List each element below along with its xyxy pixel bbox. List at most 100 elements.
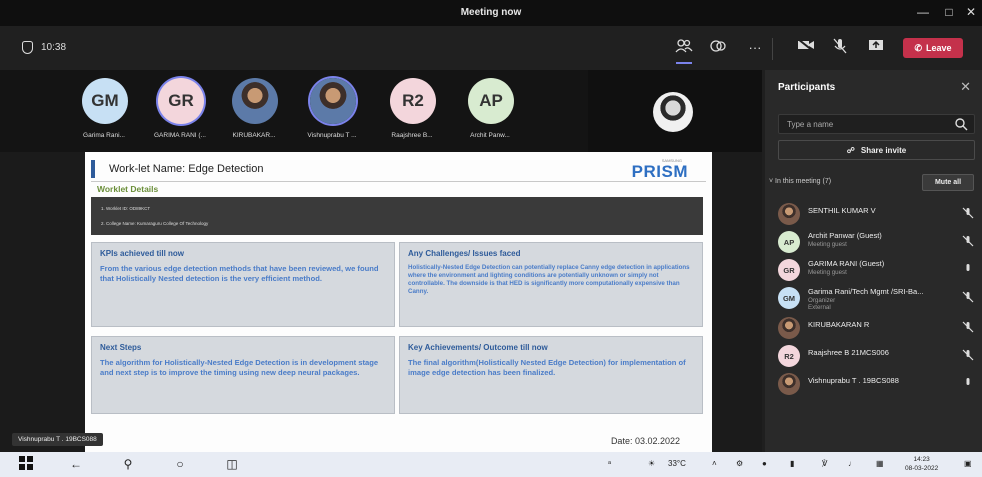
search-icon[interactable] xyxy=(954,117,968,131)
shared-content-stage: Work-let Name: Edge Detection SAMSUNG PR… xyxy=(0,152,762,452)
participant-avatar: AP xyxy=(468,78,514,124)
next-steps-heading: Next Steps xyxy=(100,343,142,352)
chevron-up-icon[interactable]: ˄ xyxy=(712,459,717,468)
cortana-icon[interactable]: ○ xyxy=(172,456,188,473)
app-tray-icon[interactable]: ▦ xyxy=(876,459,884,468)
avatar xyxy=(778,203,800,225)
minimize-icon[interactable]: — xyxy=(914,4,932,20)
mic-on-icon[interactable] xyxy=(962,263,974,275)
achievements-heading: Key Achievements/ Outcome till now xyxy=(408,343,548,352)
avatar xyxy=(778,317,800,339)
share-screen-icon[interactable] xyxy=(866,38,886,58)
tile-name-label: Archit Panw... xyxy=(470,132,510,139)
meeting-toolbar: 10:38 ··· ✆ Leave xyxy=(0,26,982,70)
mute-all-button[interactable]: Mute all xyxy=(922,174,974,191)
challenges-heading: Any Challenges/ Issues faced xyxy=(408,249,521,258)
kpi-box: KPIs achieved till now From the various … xyxy=(91,242,395,327)
clock-time: 14:23 xyxy=(913,456,930,463)
mic-muted-icon[interactable] xyxy=(962,321,974,333)
mic-off-icon[interactable] xyxy=(830,38,850,58)
mic-muted-icon[interactable] xyxy=(962,207,974,219)
participants-icon[interactable] xyxy=(674,38,694,64)
participant-row[interactable]: R2 Raajshree B 21MCS006 xyxy=(776,342,980,368)
participant-row[interactable]: GR GARIMA RANI (Guest) Meeting guest xyxy=(776,256,980,282)
presentation-slide: Work-let Name: Edge Detection SAMSUNG PR… xyxy=(85,152,712,452)
close-window-icon[interactable]: ✕ xyxy=(962,4,980,20)
weather-icon[interactable]: ☀ xyxy=(648,459,655,468)
back-arrow-icon[interactable]: ← xyxy=(68,456,84,473)
title-accent-bar xyxy=(91,160,95,178)
share-invite-button[interactable]: ☍ Share invite xyxy=(778,140,975,160)
tile-name-label: Vishnuprabu T ... xyxy=(307,132,357,139)
worklet-id: 1. Worklet ID: OD89KCT xyxy=(101,206,151,211)
mic-on-icon[interactable] xyxy=(962,377,974,389)
maximize-icon[interactable]: □ xyxy=(940,4,958,20)
notifications-icon[interactable]: ▣ xyxy=(964,459,972,468)
in-meeting-label: In this meeting (7) xyxy=(775,178,832,185)
chevron-down-icon: ˅ xyxy=(769,178,774,185)
mic-muted-icon[interactable] xyxy=(962,291,974,303)
reactions-icon[interactable] xyxy=(708,38,728,58)
more-actions-icon[interactable]: ··· xyxy=(745,38,765,58)
toolbar-divider xyxy=(772,38,773,60)
kpi-text: From the various edge detection methods … xyxy=(100,264,379,283)
participant-row[interactable]: Vishnuprabu T . 19BCS088 xyxy=(776,370,980,396)
in-meeting-section[interactable]: ˅ In this meeting (7) xyxy=(769,178,831,185)
battery-icon[interactable]: ▮ xyxy=(790,459,794,468)
participant-row[interactable]: SENTHIL KUMAR V xyxy=(776,200,980,226)
leave-button[interactable]: ✆ Leave xyxy=(903,38,963,58)
participant-avatar: GM xyxy=(82,78,128,124)
keyboard-icon[interactable]: ᵃ xyxy=(608,459,611,468)
gallery-tile[interactable]: Vishnuprabu T ... xyxy=(290,76,374,148)
panel-title: Participants xyxy=(778,82,836,93)
gallery-tile[interactable]: GR GARIMA RANI (... xyxy=(138,76,222,148)
participant-avatar xyxy=(232,78,278,124)
taskbar-search-icon[interactable]: ⚲ xyxy=(120,456,136,473)
challenges-text: Holistically-Nested Edge Detection can p… xyxy=(408,264,690,296)
camera-off-icon[interactable] xyxy=(796,38,816,58)
avatar: R2 xyxy=(778,345,800,367)
teams-window: Meeting now — □ ✕ 10:38 ··· ✆ Leave GM G… xyxy=(0,0,982,477)
task-view-icon[interactable]: ◫ xyxy=(224,456,240,473)
weather-temperature[interactable]: 33°C xyxy=(668,459,686,468)
avatar: AP xyxy=(778,231,800,253)
participant-role: Meeting guest xyxy=(808,269,847,276)
close-panel-icon[interactable]: ✕ xyxy=(960,79,971,95)
windows-start-icon[interactable] xyxy=(18,456,34,473)
participant-row[interactable]: GM Garima Rani/Tech Mgmt /SRI-Ba... Organi… xyxy=(776,284,980,311)
share-invite-label: Share invite xyxy=(860,145,907,155)
participant-row[interactable]: KIRUBAKARAN R xyxy=(776,314,980,340)
tile-name-label: Garima Rani... xyxy=(83,132,125,139)
avatar xyxy=(778,373,800,395)
tile-name-label: Raajshree B... xyxy=(391,132,433,139)
next-steps-text: The algorithm for Holistically-Nested Ed… xyxy=(100,358,379,377)
gallery-tile[interactable]: R2 Raajshree B... xyxy=(370,76,454,148)
phone-hangup-icon: ✆ xyxy=(914,42,922,53)
wifi-icon[interactable]: ℣ xyxy=(822,459,827,468)
active-video-tile[interactable] xyxy=(588,70,762,152)
gallery-tile[interactable]: AP Archit Panw... xyxy=(448,76,532,148)
system-clock[interactable]: 14:23 08-03-2022 xyxy=(905,455,938,473)
participant-search-input[interactable]: Type a name xyxy=(778,114,975,134)
participant-video-avatar xyxy=(653,92,693,132)
mic-muted-icon[interactable] xyxy=(962,235,974,247)
participant-row[interactable]: AP Archit Panwar (Guest) Meeting guest xyxy=(776,228,980,254)
slide-title: Work-let Name: Edge Detection xyxy=(109,163,264,175)
gallery-tile[interactable]: GM Garima Rani... xyxy=(62,76,146,148)
participant-name: Raajshree B 21MCS006 xyxy=(808,348,889,357)
title-divider xyxy=(91,181,706,182)
volume-icon[interactable]: ♩ xyxy=(848,459,856,468)
participant-name: Vishnuprabu T . 19BCS088 xyxy=(808,376,899,385)
participants-panel: Participants ✕ Type a name ☍ Share invit… xyxy=(765,70,982,452)
mic-tray-icon[interactable]: ● xyxy=(762,459,767,468)
challenges-box: Any Challenges/ Issues faced Holisticall… xyxy=(399,242,703,327)
avatar: GM xyxy=(778,287,800,309)
meeting-timer: 10:38 xyxy=(22,41,66,54)
tile-name-label: GARIMA RANI (... xyxy=(153,132,206,139)
windows-taskbar: ← ⚲ ○ ◫ ᵃ ☀ 33°C ˄ ⚙ ● ▮ ℣ ♩ ▦ 14:23 08-… xyxy=(0,452,982,477)
leave-label: Leave xyxy=(926,43,952,53)
network-icon[interactable]: ⚙ xyxy=(736,459,743,468)
shield-icon xyxy=(22,41,33,54)
gallery-tile[interactable]: KIRUBAKAR... xyxy=(212,76,296,148)
mic-muted-icon[interactable] xyxy=(962,349,974,361)
